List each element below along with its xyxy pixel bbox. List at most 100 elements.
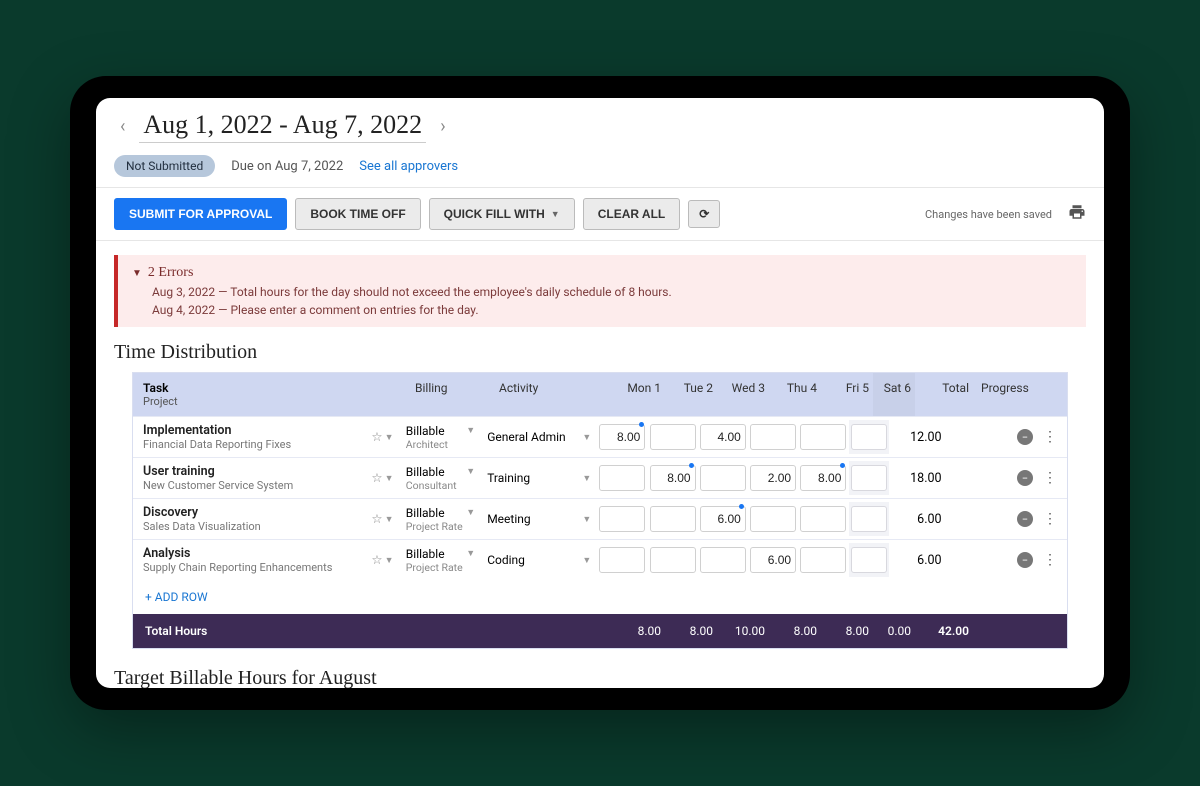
next-week-icon[interactable]: › — [434, 112, 451, 141]
chevron-down-icon[interactable]: ▼ — [582, 432, 591, 443]
remove-row-icon[interactable]: − — [1017, 552, 1033, 568]
chevron-down-icon[interactable]: ▼ — [466, 425, 475, 436]
chevron-down-icon[interactable]: ▼ — [582, 514, 591, 525]
table-row: User trainingNew Customer Service System… — [133, 457, 1067, 498]
chevron-down-icon[interactable]: ▼ — [466, 466, 475, 477]
chevron-down-icon[interactable]: ▼ — [132, 268, 142, 279]
error-line: Aug 3, 2022 — Total hours for the day sh… — [152, 285, 1072, 299]
kebab-icon[interactable]: ⋮ — [1043, 470, 1057, 486]
rate-value: Project Rate — [406, 520, 475, 533]
star-icon[interactable]: ☆ — [371, 552, 382, 568]
table-row: DiscoverySales Data Visualization☆▼Billa… — [133, 498, 1067, 539]
error-line: Aug 4, 2022 — Please enter a comment on … — [152, 303, 1072, 317]
rate-value: Consultant — [406, 479, 475, 492]
task-name: User training — [143, 464, 355, 479]
errors-title: 2 Errors — [148, 265, 194, 281]
see-approvers-link[interactable]: See all approvers — [359, 159, 458, 174]
col-day: Fri 5 — [821, 373, 873, 416]
date-range: Aug 1, 2022 - Aug 7, 2022 — [139, 110, 426, 143]
row-total: 18.00 — [889, 471, 947, 486]
hours-input[interactable] — [700, 465, 746, 491]
project-name: Financial Data Reporting Fixes — [143, 438, 355, 451]
hours-input[interactable] — [700, 506, 746, 532]
col-day: Thu 4 — [769, 373, 821, 416]
hours-input[interactable] — [700, 424, 746, 450]
section-title: Time Distribution — [96, 341, 1104, 372]
hours-input-sat[interactable] — [851, 506, 887, 532]
row-total: 6.00 — [889, 553, 947, 568]
refresh-button[interactable]: ⟳ — [688, 200, 720, 228]
task-name: Analysis — [143, 546, 355, 561]
hours-input[interactable] — [650, 506, 696, 532]
billing-value: Billable — [406, 547, 445, 561]
hours-input[interactable] — [700, 547, 746, 573]
table-row: ImplementationFinancial Data Reporting F… — [133, 416, 1067, 457]
total-day: 10.00 — [717, 614, 769, 648]
hours-input[interactable] — [750, 424, 796, 450]
hours-input[interactable] — [800, 506, 846, 532]
remove-row-icon[interactable]: − — [1017, 470, 1033, 486]
comment-dot-icon — [689, 463, 694, 468]
hours-input[interactable] — [599, 506, 645, 532]
chevron-down-icon[interactable]: ▼ — [385, 473, 394, 484]
chevron-down-icon[interactable]: ▼ — [385, 432, 394, 443]
chevron-down-icon[interactable]: ▼ — [466, 548, 475, 559]
hours-input-sat[interactable] — [851, 547, 887, 573]
hours-input[interactable] — [650, 547, 696, 573]
quick-fill-label: QUICK FILL WITH — [444, 207, 545, 221]
totals-label: Total Hours — [133, 614, 613, 648]
project-name: Sales Data Visualization — [143, 520, 355, 533]
hours-input[interactable] — [800, 465, 846, 491]
hours-input[interactable] — [750, 465, 796, 491]
quick-fill-button[interactable]: QUICK FILL WITH ▼ — [429, 198, 575, 230]
hours-input-sat[interactable] — [851, 465, 887, 491]
row-total: 6.00 — [889, 512, 947, 527]
hours-input[interactable] — [599, 465, 645, 491]
col-total: Total — [915, 373, 975, 416]
remove-row-icon[interactable]: − — [1017, 429, 1033, 445]
activity-value: Meeting — [487, 512, 530, 526]
project-name: New Customer Service System — [143, 479, 355, 492]
print-icon[interactable] — [1068, 203, 1086, 225]
hours-input[interactable] — [750, 547, 796, 573]
col-activity: Activity — [493, 373, 613, 416]
total-day: 8.00 — [613, 614, 665, 648]
hours-input[interactable] — [800, 424, 846, 450]
col-day: Wed 3 — [717, 373, 769, 416]
star-icon[interactable]: ☆ — [371, 470, 382, 486]
rate-value: Project Rate — [406, 561, 475, 574]
hours-input[interactable] — [599, 424, 645, 450]
star-icon[interactable]: ☆ — [371, 429, 382, 445]
comment-dot-icon — [639, 422, 644, 427]
kebab-icon[interactable]: ⋮ — [1043, 429, 1057, 445]
chevron-down-icon[interactable]: ▼ — [385, 555, 394, 566]
hours-input[interactable] — [750, 506, 796, 532]
activity-value: Training — [487, 471, 530, 485]
row-total: 12.00 — [889, 430, 947, 445]
prev-week-icon[interactable]: ‹ — [114, 112, 131, 141]
project-name: Supply Chain Reporting Enhancements — [143, 561, 355, 574]
hours-input[interactable] — [650, 465, 696, 491]
billing-value: Billable — [406, 424, 445, 438]
chevron-down-icon[interactable]: ▼ — [582, 555, 591, 566]
col-day: Tue 2 — [665, 373, 717, 416]
book-time-off-button[interactable]: BOOK TIME OFF — [295, 198, 420, 230]
kebab-icon[interactable]: ⋮ — [1043, 511, 1057, 527]
comment-dot-icon — [840, 463, 845, 468]
submit-button[interactable]: SUBMIT FOR APPROVAL — [114, 198, 287, 230]
chevron-down-icon[interactable]: ▼ — [582, 473, 591, 484]
add-row-link[interactable]: + ADD ROW — [133, 580, 1067, 614]
hours-input[interactable] — [599, 547, 645, 573]
hours-input-sat[interactable] — [851, 424, 887, 450]
star-icon[interactable]: ☆ — [371, 511, 382, 527]
remove-row-icon[interactable]: − — [1017, 511, 1033, 527]
clear-all-button[interactable]: CLEAR ALL — [583, 198, 681, 230]
hours-input[interactable] — [800, 547, 846, 573]
hours-input[interactable] — [650, 424, 696, 450]
kebab-icon[interactable]: ⋮ — [1043, 552, 1057, 568]
rate-value: Architect — [406, 438, 475, 451]
chevron-down-icon[interactable]: ▼ — [466, 507, 475, 518]
status-badge: Not Submitted — [114, 155, 215, 177]
chevron-down-icon[interactable]: ▼ — [385, 514, 394, 525]
total-grand: 42.00 — [915, 614, 975, 648]
